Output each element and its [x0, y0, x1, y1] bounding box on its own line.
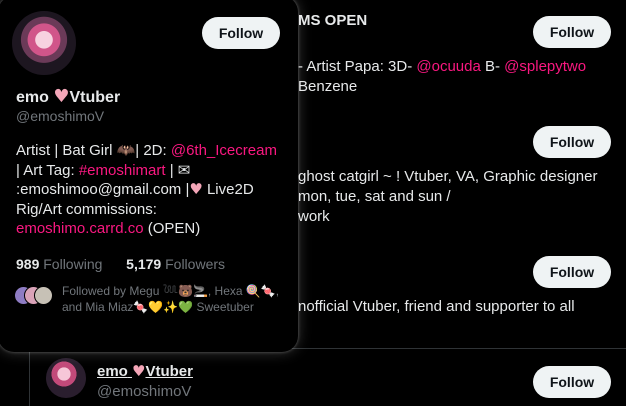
row4-user-name[interactable]: emo ♥Vtuber [97, 362, 193, 380]
heart-icon: ♥ [189, 180, 203, 198]
followers-link[interactable]: 5,179 Followers [126, 256, 225, 272]
row1-follow-button[interactable]: Follow [533, 16, 611, 48]
card-user-name[interactable]: emo ♥Vtuber [16, 86, 120, 107]
website-link[interactable]: emoshimo.carrd.co [16, 220, 144, 237]
candy-icon: 🍭🍬 [245, 284, 276, 298]
profile-hover-card: Follow emo ♥Vtuber @emoshimoV Artist | B… [0, 0, 298, 352]
follow-stats: 989 Following 5,179 Followers [16, 256, 225, 272]
snake-bear-smoking-icon: 𓆙🐻🚬 [162, 284, 208, 298]
card-bio: Artist | Bat Girl 🦇| 2D: @6th_Icecream | … [16, 141, 277, 237]
heart-icon: ♥ [132, 362, 146, 380]
mention-link[interactable]: @splepytwo [504, 58, 586, 75]
envelope-icon: ✉ [177, 160, 191, 179]
card-user-handle: @emoshimoV [16, 108, 105, 124]
row1-bio-line2: - Artist Papa: 3D- @ocuuda B- @splepytwo [298, 58, 587, 75]
hashtag-link[interactable]: #emoshimart [79, 162, 166, 179]
mention-link[interactable]: @ocuuda [416, 58, 480, 75]
avatar [34, 286, 53, 305]
card-follow-button[interactable]: Follow [202, 17, 280, 49]
mention-link[interactable]: @6th_Icecream [171, 142, 277, 159]
row3-follow-button[interactable]: Follow [533, 256, 611, 288]
candy-heart-sparkle-icon: 🍬💛✨💚 [133, 300, 194, 314]
row2-bio-line3: work [298, 208, 330, 225]
row2-follow-button[interactable]: Follow [533, 126, 611, 158]
row-left-border [29, 349, 30, 406]
row4-follow-button[interactable]: Follow [533, 366, 611, 398]
followed-by-avatars[interactable] [14, 286, 58, 305]
following-link[interactable]: 989 Following [16, 256, 102, 272]
row1-bio-line3[interactable]: Benzene [298, 78, 357, 95]
row4-user-handle: @emoshimoV [97, 383, 192, 400]
avatar[interactable] [46, 358, 86, 398]
row2-bio-line2: mon, tue, sat and sun / [298, 188, 451, 205]
row3-bio-line1: nofficial Vtuber, friend and supporter t… [298, 298, 575, 315]
row2-bio-line1: ghost catgirl ~ ! Vtuber, VA, Graphic de… [298, 168, 598, 185]
heart-icon: ♥ [53, 86, 70, 107]
bat-icon: 🦇 [116, 141, 136, 159]
avatar[interactable] [12, 11, 76, 75]
row1-bio-line1: MS OPEN [298, 12, 368, 29]
followed-by-text[interactable]: Followed by Megu 𓆙🐻🚬, Hexa 🍭🍬, and Mia M… [62, 283, 290, 315]
